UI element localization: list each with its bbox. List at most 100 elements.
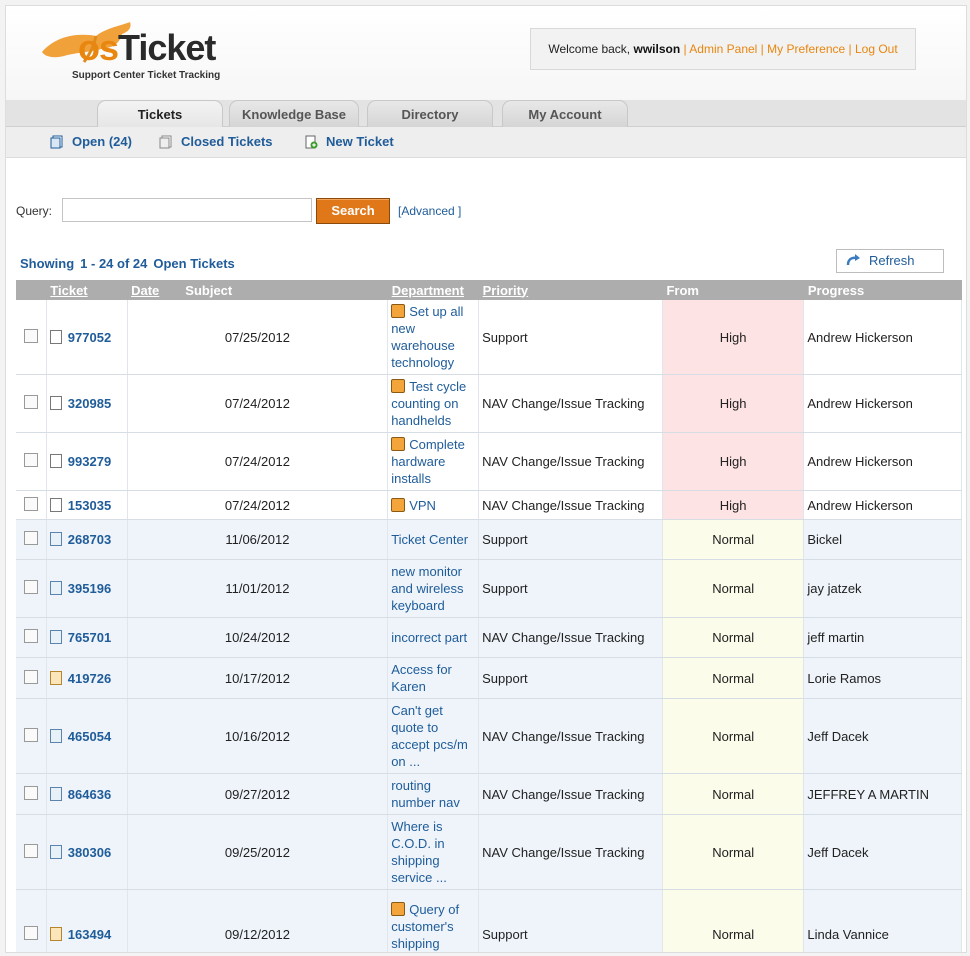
- ticket-number-link[interactable]: 419726: [68, 671, 111, 686]
- ticket-icon: [49, 630, 62, 644]
- tab-tickets[interactable]: Tickets: [97, 100, 223, 127]
- table-row[interactable]: 380306 09/25/2012 Where is C.O.D. in shipp…: [16, 814, 962, 890]
- row-checkbox[interactable]: [23, 395, 38, 409]
- ticket-date: 07/24/2012: [127, 374, 389, 433]
- ticket-priority: High: [662, 300, 805, 375]
- table-row[interactable]: 320985 07/24/2012 Test cycle counting on h…: [16, 374, 962, 433]
- ticket-icon: [49, 786, 62, 801]
- ticket-subject-link[interactable]: incorrect part: [391, 630, 467, 645]
- ticket-department: NAV Change/Issue Tracking: [478, 617, 663, 658]
- table-row[interactable]: 395196 11/01/2012 new monitor and wireless…: [16, 559, 962, 618]
- row-checkbox[interactable]: [23, 785, 38, 800]
- ticket-icon: [49, 728, 62, 743]
- showing-summary: Showing 1 - 24 of 24 Open Tickets: [20, 256, 235, 271]
- ticket-number-link[interactable]: 765701: [68, 630, 111, 645]
- admin-panel-link[interactable]: Admin Panel: [689, 42, 757, 56]
- column-header-subject-date: Date Subject: [127, 280, 388, 300]
- table-row[interactable]: 163494 09/12/2012 Query of customer's ship…: [16, 889, 962, 952]
- ticket-department: Support: [478, 559, 663, 618]
- username: wwilson: [633, 42, 681, 56]
- ticket-subject-link[interactable]: Access for Karen: [391, 662, 452, 694]
- ticket-number-link[interactable]: 864636: [68, 787, 111, 802]
- logo[interactable]: osTicket Support Center Ticket Tracking: [34, 18, 254, 88]
- row-checkbox[interactable]: [23, 580, 38, 594]
- ticket-priority: High: [662, 490, 805, 520]
- table-row[interactable]: 465054 10/16/2012 Can't get quote to accep…: [16, 698, 962, 774]
- table-row[interactable]: 268703 11/06/2012 Ticket Center Support Norm…: [16, 519, 962, 560]
- row-checkbox-cell: [16, 698, 47, 774]
- ticket-from: jeff martin: [803, 617, 962, 658]
- closed-tickets-link[interactable]: Closed Tickets: [159, 127, 273, 157]
- ticket-subject-cell: routing number nav: [387, 773, 480, 815]
- ticket-date: 09/25/2012: [127, 814, 389, 890]
- log-out-link[interactable]: Log Out: [855, 42, 898, 56]
- ticket-subject-cell: incorrect part: [387, 617, 480, 658]
- ticket-priority: Normal: [662, 559, 805, 618]
- ticket-number-cell: 419726: [46, 657, 128, 699]
- row-checkbox[interactable]: [23, 453, 38, 467]
- table-row[interactable]: 419726 10/17/2012 Access for Karen Support N…: [16, 657, 962, 699]
- ticket-date: 07/24/2012: [127, 432, 389, 491]
- header: osTicket Support Center Ticket Tracking …: [6, 6, 966, 106]
- ticket-number-cell: 465054: [46, 698, 128, 774]
- row-checkbox[interactable]: [23, 669, 38, 684]
- ticket-number-cell: 864636: [46, 773, 128, 815]
- tab-directory[interactable]: Directory: [367, 100, 493, 127]
- advanced-link[interactable]: [Advanced ]: [398, 204, 461, 218]
- ticket-subject-link[interactable]: Where is C.O.D. in shipping service ...: [391, 819, 447, 885]
- row-checkbox[interactable]: [23, 727, 38, 742]
- row-checkbox[interactable]: [23, 531, 38, 545]
- table-row[interactable]: 977052 07/25/2012 Set up all new warehouse…: [16, 300, 962, 375]
- ticket-number-link[interactable]: 380306: [68, 845, 111, 860]
- row-checkbox[interactable]: [23, 629, 38, 643]
- ticket-icon: [49, 532, 62, 546]
- ticket-icon: [49, 844, 62, 859]
- row-checkbox[interactable]: [23, 843, 38, 858]
- ticket-number-link[interactable]: 163494: [68, 927, 111, 942]
- ticket-department: NAV Change/Issue Tracking: [478, 490, 663, 520]
- ticket-number-link[interactable]: 268703: [68, 532, 111, 547]
- table-row[interactable]: 864636 09/27/2012 routing number nav NAV Ch…: [16, 773, 962, 815]
- ticket-number-cell: 395196: [46, 559, 128, 618]
- column-header-ticket[interactable]: Ticket: [46, 280, 128, 300]
- row-checkbox[interactable]: [23, 926, 38, 940]
- ticket-number-link[interactable]: 153035: [68, 498, 111, 513]
- ticket-number-link[interactable]: 993279: [68, 454, 111, 469]
- ticket-priority: Normal: [662, 519, 805, 560]
- table-row[interactable]: 993279 07/24/2012 Complete hardware instal…: [16, 432, 962, 491]
- table-row[interactable]: 153035 07/24/2012 VPN NAV Change/Issue Trac…: [16, 490, 962, 520]
- ticket-icon: [49, 329, 62, 344]
- ticket-number-cell: 163494: [46, 889, 128, 952]
- table-row[interactable]: 765701 10/24/2012 incorrect part NAV Change…: [16, 617, 962, 658]
- column-header-priority[interactable]: Priority: [478, 280, 663, 300]
- attachment-icon: [391, 379, 406, 393]
- tab-my-account[interactable]: My Account: [502, 100, 628, 127]
- my-preference-link[interactable]: My Preference: [767, 42, 845, 56]
- new-ticket-link[interactable]: New Ticket: [304, 127, 394, 157]
- query-input[interactable]: [62, 198, 312, 222]
- ticket-priority: High: [662, 432, 805, 491]
- ticket-department: NAV Change/Issue Tracking: [478, 773, 663, 815]
- ticket-subject-link[interactable]: new monitor and wireless keyboard: [391, 564, 463, 613]
- ticket-number-cell: 268703: [46, 519, 128, 560]
- column-header-date[interactable]: Date: [131, 283, 159, 298]
- tab-knowledge-base[interactable]: Knowledge Base: [229, 100, 359, 127]
- ticket-from: Andrew Hickerson: [803, 300, 962, 375]
- ticket-number-link[interactable]: 320985: [68, 396, 111, 411]
- ticket-subject-link[interactable]: Ticket Center: [391, 532, 468, 547]
- row-checkbox[interactable]: [23, 328, 38, 343]
- search-button[interactable]: Search: [316, 198, 390, 224]
- ticket-subject-link[interactable]: Can't get quote to accept pcs/m on ...: [391, 703, 468, 769]
- refresh-button[interactable]: Refresh: [836, 249, 944, 273]
- column-header-department[interactable]: Department: [387, 280, 479, 300]
- attachment-icon: [391, 901, 406, 916]
- open-tickets-link[interactable]: Open (24): [50, 127, 132, 157]
- row-checkbox-cell: [16, 889, 47, 952]
- ticket-subject-link[interactable]: VPN: [409, 498, 436, 513]
- row-checkbox[interactable]: [23, 496, 38, 511]
- ticket-number-link[interactable]: 395196: [68, 581, 111, 596]
- ticket-subject-link[interactable]: routing number nav: [391, 778, 460, 810]
- ticket-subject-cell: Access for Karen: [387, 657, 480, 699]
- ticket-number-link[interactable]: 465054: [68, 729, 111, 744]
- ticket-number-link[interactable]: 977052: [68, 330, 111, 345]
